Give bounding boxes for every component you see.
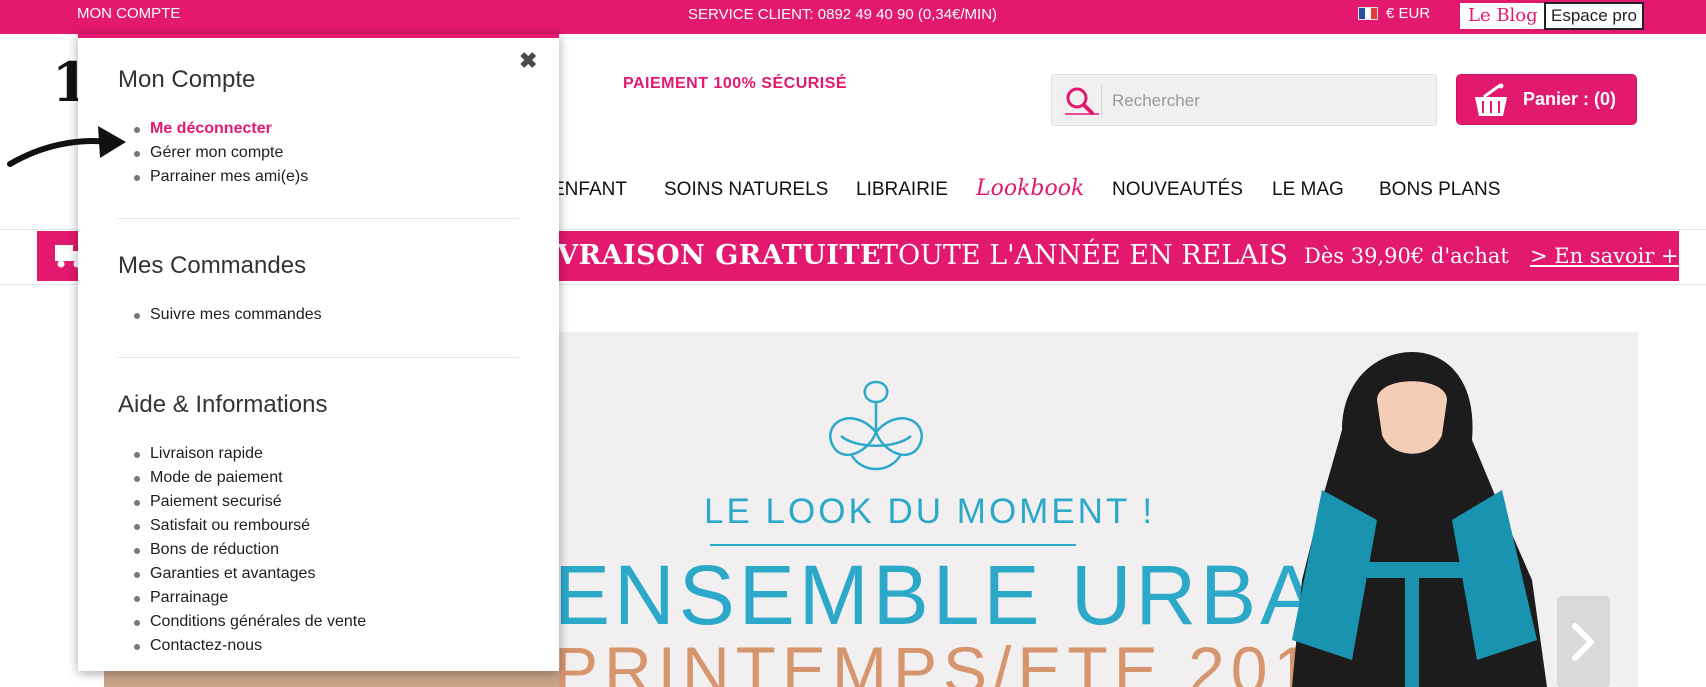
account-dropdown: ✖ Mon Compte Me déconnecter Gérer mon co… xyxy=(78,34,559,671)
secure-payment-text: PAIEMENT 100% SÉCURISÉ xyxy=(623,75,848,92)
currency-selector[interactable]: € EUR xyxy=(1358,5,1430,22)
help-link-contact[interactable]: Contactez-nous xyxy=(134,637,366,661)
page: MON COMPTE SERVICE CLIENT: 0892 49 40 90… xyxy=(0,0,1706,687)
close-icon[interactable]: ✖ xyxy=(519,50,537,72)
account-links: Me déconnecter Gérer mon compte Parraine… xyxy=(134,120,308,192)
section-title-mes-commandes: Mes Commandes xyxy=(118,252,307,279)
section-title-mon-compte: Mon Compte xyxy=(118,66,256,93)
hero-subtitle: LE LOOK DU MOMENT ! xyxy=(704,492,1156,531)
arrow-icon xyxy=(6,118,128,173)
cart-label: Panier : (0) xyxy=(1523,89,1617,109)
nav-item-bons-plans[interactable]: BONS PLANS xyxy=(1379,179,1500,201)
help-link-paiement[interactable]: Mode de paiement xyxy=(134,469,366,493)
referral-link[interactable]: Parrainer mes ami(e)s xyxy=(134,168,308,192)
nav-item-le-mag[interactable]: LE MAG xyxy=(1272,179,1344,201)
chevron-right-icon[interactable] xyxy=(1557,596,1610,687)
help-link-reduction[interactable]: Bons de réduction xyxy=(134,541,366,565)
help-link-parrainage[interactable]: Parrainage xyxy=(134,589,366,613)
manage-account-link[interactable]: Gérer mon compte xyxy=(134,144,308,168)
hero-season: PRINTEMPS/ETE 2014 xyxy=(554,633,1359,687)
top-bar: MON COMPTE SERVICE CLIENT: 0892 49 40 90… xyxy=(0,0,1706,34)
help-link-garanties[interactable]: Garanties et avantages xyxy=(134,565,366,589)
section-divider xyxy=(118,357,519,358)
nav-item-lookbook[interactable]: Lookbook xyxy=(976,176,1084,201)
nav-item-soins-naturels[interactable]: SOINS NATURELS xyxy=(664,179,828,201)
nav-item-librairie[interactable]: LIBRAIRIE xyxy=(856,179,948,201)
track-orders-link[interactable]: Suivre mes commandes xyxy=(134,306,322,330)
cart-button[interactable]: Panier : (0) xyxy=(1456,74,1637,125)
search-input[interactable] xyxy=(1112,87,1422,115)
help-link-livraison[interactable]: Livraison rapide xyxy=(134,445,366,469)
logout-link[interactable]: Me déconnecter xyxy=(134,120,308,144)
basket-icon xyxy=(1471,83,1511,119)
help-link-securise[interactable]: Paiement securisé xyxy=(134,493,366,517)
model-image xyxy=(1282,340,1552,687)
help-link-rembourse[interactable]: Satisfait ou remboursé xyxy=(134,517,366,541)
search-icon[interactable] xyxy=(1062,85,1102,117)
account-menu-link[interactable]: MON COMPTE xyxy=(77,5,180,22)
hero-title: ENSEMBLE URBAN xyxy=(554,548,1385,642)
nav-item-enfant[interactable]: ENFANT xyxy=(552,179,627,201)
currency-label: € EUR xyxy=(1386,5,1431,22)
blog-link[interactable]: Le Blog xyxy=(1460,3,1546,29)
flag-fr-icon xyxy=(1358,7,1378,20)
search-box xyxy=(1051,74,1437,126)
section-title-aide: Aide & Informations xyxy=(118,391,328,418)
promo-all-year: TOUTE L'ANNÉE EN RELAIS xyxy=(880,240,1288,271)
promo-free-delivery: IVRAISON GRATUITE xyxy=(544,240,882,271)
hero-divider xyxy=(710,544,1076,546)
help-links: Livraison rapide Mode de paiement Paieme… xyxy=(134,445,366,661)
customer-service-text: SERVICE CLIENT: 0892 49 40 90 (0,34€/MIN… xyxy=(688,6,998,23)
help-link-cgv[interactable]: Conditions générales de vente xyxy=(134,613,366,637)
promo-minimum: Dès 39,90€ d'achat xyxy=(1304,244,1509,268)
promo-learn-more-link[interactable]: > En savoir + xyxy=(1530,244,1679,268)
nav-item-nouveautes[interactable]: NOUVEAUTÉS xyxy=(1112,179,1243,201)
pro-space-link[interactable]: Espace pro xyxy=(1544,2,1644,30)
ornament-icon xyxy=(811,374,941,484)
orders-links: Suivre mes commandes xyxy=(134,306,322,330)
section-divider xyxy=(118,218,519,219)
